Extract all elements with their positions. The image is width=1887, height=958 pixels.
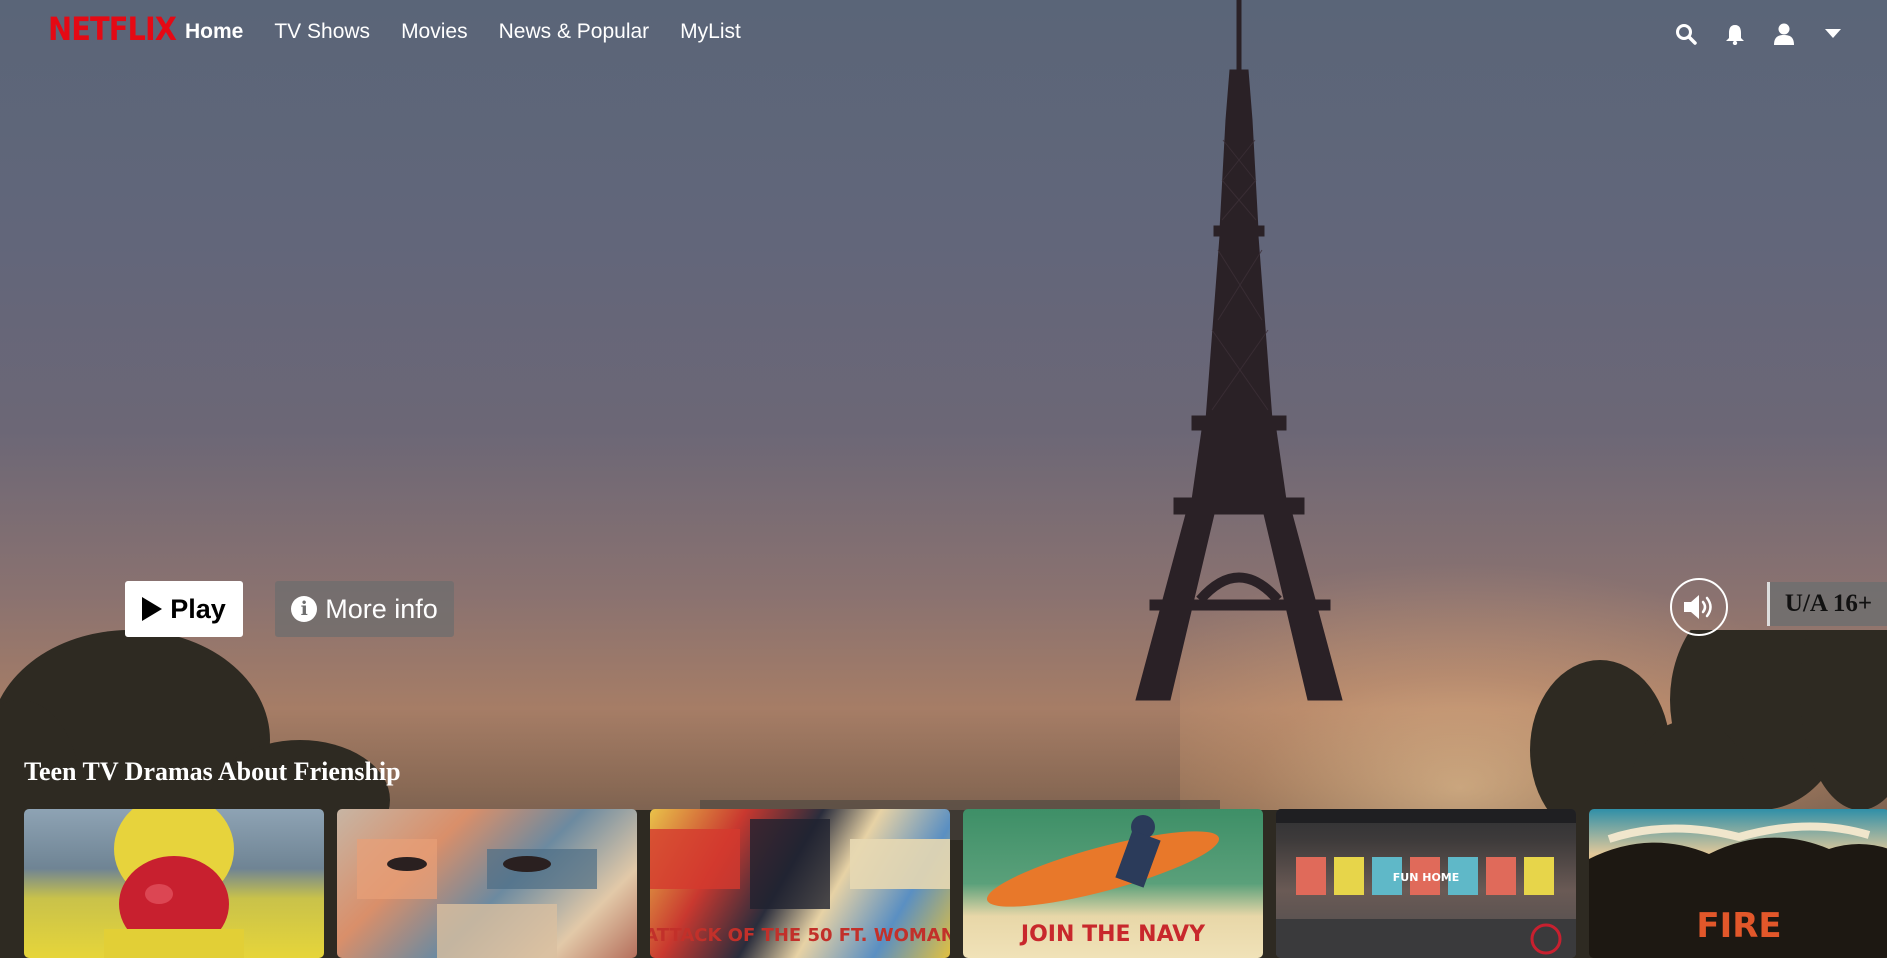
card-title-text: JOIN THE NAVY bbox=[1019, 922, 1206, 947]
volume-toggle-button[interactable] bbox=[1670, 578, 1728, 636]
user-icon[interactable] bbox=[1770, 20, 1798, 48]
card-thumbnail bbox=[357, 839, 597, 958]
nav-links: Home TV Shows Movies News & Popular MyLi… bbox=[185, 20, 772, 44]
nav-link-news-popular[interactable]: News & Popular bbox=[499, 20, 650, 44]
nav-icons bbox=[1651, 20, 1847, 48]
card-thumbnail: ATTACK OF THE 50 FT. WOMAN bbox=[650, 819, 950, 946]
card-thumbnail: FIRE bbox=[1589, 822, 1887, 958]
bell-icon[interactable] bbox=[1721, 20, 1749, 48]
caret-down-icon[interactable] bbox=[1819, 20, 1847, 48]
play-icon bbox=[142, 597, 163, 621]
play-button-label: Play bbox=[170, 593, 226, 624]
nav-link-my-list[interactable]: MyList bbox=[680, 20, 741, 44]
nav-link-home[interactable]: Home bbox=[185, 20, 243, 44]
nav-link-tv-shows[interactable]: TV Shows bbox=[274, 20, 370, 44]
title-card[interactable]: FUN HOME bbox=[1276, 809, 1576, 958]
card-title-text: FIRE bbox=[1696, 906, 1781, 946]
maturity-rating-badge: U/A 16+ bbox=[1767, 582, 1887, 626]
search-icon[interactable] bbox=[1672, 20, 1700, 48]
card-thumbnail: FUN HOME bbox=[1276, 809, 1576, 958]
card-title-text: FUN HOME bbox=[1393, 871, 1460, 884]
netflix-logo[interactable]: NETFLIX bbox=[48, 10, 177, 48]
title-card[interactable] bbox=[337, 809, 637, 958]
card-thumbnail: JOIN THE NAVY bbox=[986, 815, 1220, 947]
title-card[interactable]: ATTACK OF THE 50 FT. WOMAN bbox=[650, 809, 950, 958]
card-thumbnail bbox=[104, 809, 244, 958]
card-title-text: ATTACK OF THE 50 FT. WOMAN bbox=[650, 925, 950, 946]
title-row: ATTACK OF THE 50 FT. WOMAN JOIN THE NAVY… bbox=[24, 809, 1887, 958]
top-nav: NETFLIX Home TV Shows Movies News & Popu… bbox=[0, 0, 1887, 66]
title-card[interactable]: JOIN THE NAVY bbox=[963, 809, 1263, 958]
play-button[interactable]: Play bbox=[125, 581, 243, 637]
nav-link-movies[interactable]: Movies bbox=[401, 20, 468, 44]
info-icon: i bbox=[291, 596, 318, 622]
title-card[interactable] bbox=[24, 809, 324, 958]
title-card[interactable]: FIRE bbox=[1589, 809, 1887, 958]
row-title: Teen TV Dramas About Frienship bbox=[24, 757, 401, 786]
more-info-button[interactable]: i More info bbox=[275, 581, 454, 637]
volume-icon bbox=[1684, 595, 1712, 619]
more-info-label: More info bbox=[325, 593, 438, 624]
